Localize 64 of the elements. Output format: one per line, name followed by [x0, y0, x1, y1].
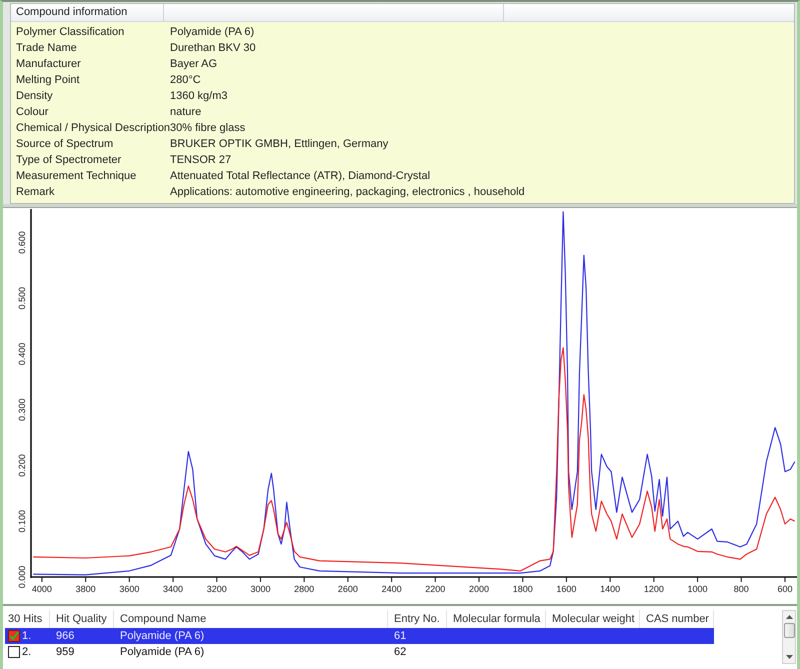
- axis-tick-label: 1000: [688, 584, 708, 594]
- property-label: Chemical / Physical Description: [15, 122, 170, 134]
- axis-tick-label: 1600: [556, 584, 576, 594]
- property-value: Polyamide (PA 6): [170, 26, 254, 38]
- axis-tick-label: 2800: [294, 584, 314, 594]
- property-label: Density: [15, 90, 54, 102]
- table-cell-text: 61: [393, 630, 408, 642]
- scrollbar[interactable]: [782, 610, 796, 664]
- property-label: Manufacturer: [15, 58, 82, 70]
- axis-tick-label: 0.500: [17, 286, 27, 310]
- axis-tick-label: 0.200: [17, 454, 27, 477]
- property-value: nature: [170, 106, 202, 118]
- table-cell-text: 966: [55, 630, 76, 642]
- axis-tick-label: 2000: [469, 584, 490, 594]
- property-value: TENSOR 27: [170, 154, 232, 166]
- property-value: Bayer AG: [170, 58, 218, 70]
- table-row[interactable]: 2. 959 Polyamide (PA 6) 62: [5, 644, 714, 660]
- axis-tick-label: 3200: [206, 584, 227, 594]
- axis-tick-label: 4000: [32, 584, 52, 594]
- property-label: Colour: [15, 106, 50, 118]
- checkbox[interactable]: [8, 630, 20, 642]
- property-label: Type of Spectrometer: [15, 154, 122, 166]
- axis-tick-label: 2400: [382, 584, 402, 594]
- table-cell-text: 959: [55, 646, 76, 658]
- axis-tick-label: 1200: [644, 584, 664, 594]
- row-number: 2.: [22, 646, 32, 658]
- property-value: 280°C: [170, 74, 201, 86]
- axis-tick-label: 3800: [76, 584, 96, 594]
- property-label: Source of Spectrum: [15, 138, 114, 150]
- property-label: Measurement Technique: [15, 170, 138, 182]
- axis-tick-label: 800: [734, 584, 749, 594]
- table-cell-text: Polyamide (PA 6): [119, 646, 206, 658]
- table-cell-text: 62: [393, 646, 408, 658]
- axis-tick-label: 1400: [600, 584, 620, 594]
- axis-tick-label: 3000: [250, 584, 270, 594]
- axis-tick-label: 0.600: [17, 231, 27, 254]
- axis-tick-label: 0.400: [17, 342, 27, 366]
- property-label: Melting Point: [15, 74, 81, 86]
- axis-tick-label: 0.000: [17, 566, 27, 588]
- row-number: 1.: [22, 630, 32, 642]
- property-value: Applications: automotive engineering, packaging, electronics , household: [170, 186, 525, 198]
- axis-tick-label: 1800: [512, 584, 533, 594]
- property-value: BRUKER OPTIK GMBH, Ettlingen, Germany: [170, 138, 388, 150]
- scroll-up-icon[interactable]: [786, 615, 792, 619]
- axis-tick-label: 600: [777, 584, 792, 594]
- table-row[interactable]: 1. 966 Polyamide (PA 6) 61: [5, 628, 714, 644]
- property-value: Durethan BKV 30: [170, 42, 256, 54]
- table-cell-text: Polyamide (PA 6): [119, 630, 206, 642]
- panel-title: Compound information: [11, 4, 164, 21]
- property-label: Remark: [15, 186, 56, 198]
- axis-tick-label: 0.100: [17, 510, 27, 532]
- scroll-down-icon[interactable]: [786, 655, 792, 659]
- axis-tick-label: 0.300: [17, 398, 27, 421]
- axis-tick-label: 3600: [119, 584, 140, 594]
- axis-tick-label: 3400: [163, 584, 184, 594]
- checkbox[interactable]: [8, 646, 20, 658]
- property-value: 30% fibre glass: [170, 122, 246, 134]
- property-label: Trade Name: [15, 42, 78, 54]
- axis-tick-label: 2200: [425, 584, 446, 594]
- axis-tick-label: 2600: [338, 584, 358, 594]
- scrollbar-thumb[interactable]: [784, 623, 794, 638]
- property-value: 1360 kg/m3: [170, 90, 228, 102]
- property-label: Polymer Classification: [15, 26, 126, 38]
- property-value: Attenuated Total Reflectance (ATR), Diamond-Crystal: [170, 170, 430, 182]
